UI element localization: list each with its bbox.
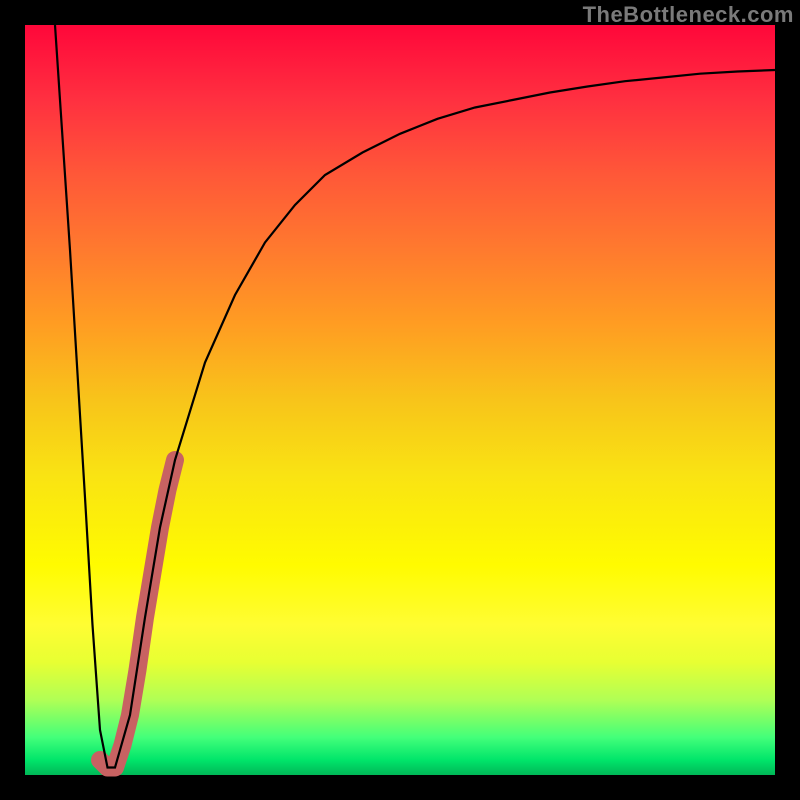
data-curve [55, 25, 775, 768]
chart-svg [25, 25, 775, 775]
plot-area [25, 25, 775, 775]
chart-frame: TheBottleneck.com [0, 0, 800, 800]
